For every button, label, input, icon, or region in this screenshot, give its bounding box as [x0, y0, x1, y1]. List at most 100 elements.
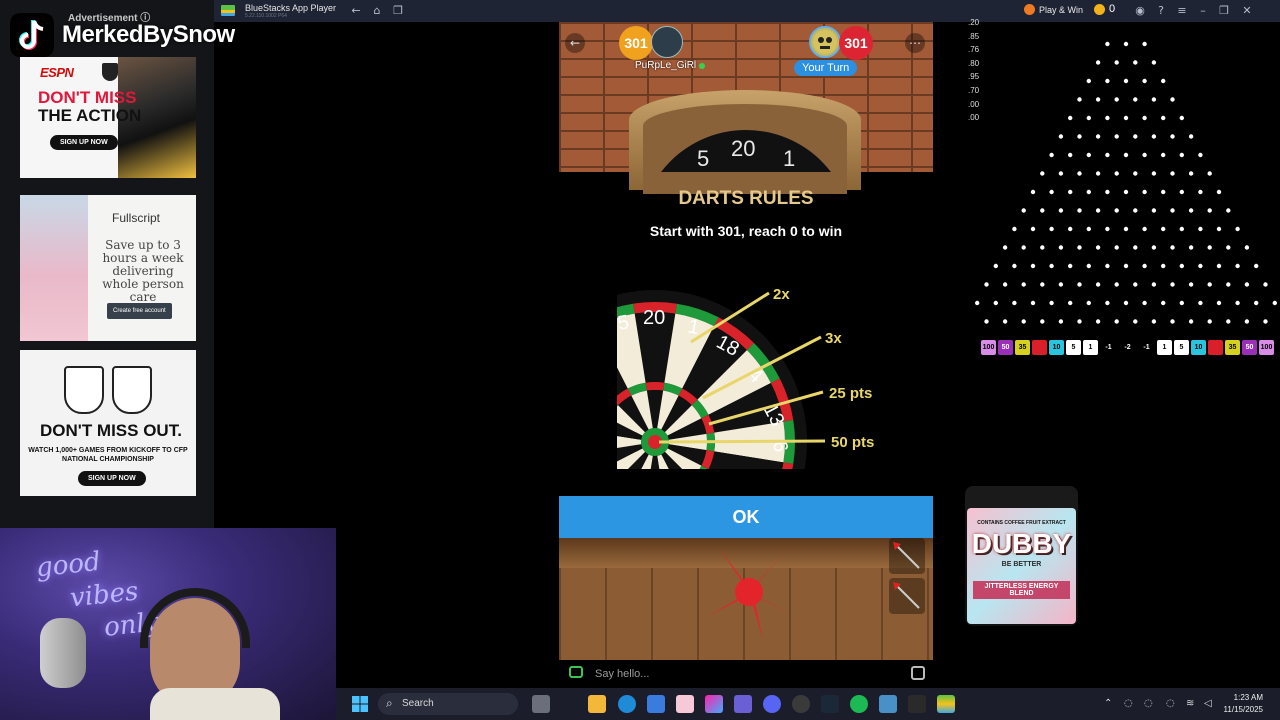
sticker-icon[interactable]	[911, 666, 925, 680]
task-view-icon[interactable]	[532, 695, 550, 713]
ad-signup-button[interactable]: SIGN UP NOW	[78, 471, 146, 486]
tray-app-icon[interactable]: ◌	[1166, 698, 1175, 709]
ad-fullscript[interactable]: Fullscript Save up to 3 hours a week del…	[20, 195, 196, 341]
windows-start-icon[interactable]	[352, 696, 368, 712]
tray-app-icon[interactable]: ◌	[1144, 698, 1153, 709]
wifi-icon[interactable]: ≋	[1186, 698, 1194, 709]
plinko-peg	[1012, 263, 1017, 269]
tabs-icon[interactable]: ❐	[391, 4, 405, 18]
plinko-peg	[1179, 263, 1184, 269]
plinko-peg	[1123, 115, 1129, 121]
plinko-peg	[1161, 78, 1166, 84]
plinko-peg	[1188, 282, 1194, 287]
play-win-button[interactable]: Play & Win	[1024, 4, 1083, 15]
plinko-peg	[1216, 263, 1222, 269]
clock-date[interactable]: 11/15/2025	[1213, 705, 1263, 714]
plinko-peg	[1188, 245, 1194, 250]
rules-title: DARTS RULES	[678, 188, 814, 209]
plinko-peg	[1161, 226, 1166, 232]
teams-icon[interactable]	[734, 695, 752, 713]
store-icon[interactable]	[647, 695, 665, 713]
plinko-peg	[1170, 245, 1175, 250]
more-icon[interactable]: ⋯	[905, 33, 925, 53]
rules-subtitle: Start with 301, reach 0 to win	[649, 223, 843, 239]
create-account-button[interactable]: Create free account	[107, 303, 172, 319]
ad-espn-nhl[interactable]: ESPN DON'T MISS THE ACTION SIGN UP NOW	[20, 57, 196, 178]
plinko-peg	[1086, 189, 1091, 195]
plinko-peg	[1198, 263, 1203, 269]
plinko-peg	[1068, 300, 1073, 306]
tray-expand-icon[interactable]: ⌃	[1104, 698, 1112, 709]
dartboard-segment	[602, 466, 619, 469]
plinko-peg	[1226, 319, 1231, 324]
plinko-peg	[1133, 171, 1138, 176]
notepad-icon[interactable]	[879, 695, 897, 713]
plinko-peg	[1049, 152, 1054, 158]
ad-signup-button[interactable]: SIGN UP NOW	[50, 135, 118, 150]
plinko-slot: 5	[1066, 340, 1081, 355]
play-win-label: Play & Win	[1039, 4, 1084, 15]
dartboard-segment	[559, 317, 596, 350]
ok-button[interactable]: OK	[559, 496, 933, 538]
help-icon[interactable]: ?	[1154, 4, 1168, 18]
coin-balance[interactable]: 0	[1094, 3, 1115, 15]
clock-time[interactable]: 1:23 AM	[1223, 693, 1263, 702]
espn-logo: ESPN	[40, 65, 74, 80]
plinko-peg	[1133, 282, 1138, 287]
discord-icon[interactable]	[763, 695, 781, 713]
plinko-peg	[1244, 319, 1250, 324]
copilot-icon[interactable]	[705, 695, 723, 713]
taskbar-search[interactable]: ⌕ Search	[378, 693, 518, 715]
plinko-peg	[1095, 97, 1101, 102]
chat-input[interactable]	[595, 664, 895, 684]
plinko-peg	[1058, 319, 1064, 324]
back-arrow-icon[interactable]: ←	[565, 33, 585, 53]
file-explorer-icon[interactable]	[588, 695, 606, 713]
dart-slot[interactable]	[889, 538, 925, 574]
volume-icon[interactable]: ◁	[1204, 698, 1212, 709]
plinko-slot: 50	[998, 340, 1013, 355]
odds-value: .20	[968, 18, 980, 27]
plinko-peg	[1198, 152, 1203, 158]
plinko-peg	[1030, 300, 1036, 306]
plinko-peg	[1114, 134, 1119, 139]
obs-icon[interactable]	[792, 695, 810, 713]
plinko-peg	[1040, 282, 1045, 287]
profile-icon[interactable]: ◉	[1133, 4, 1147, 18]
close-icon[interactable]: ✕	[1240, 4, 1254, 18]
coin-count: 0	[1109, 3, 1116, 15]
steam-icon[interactable]	[821, 695, 839, 713]
plinko-peg	[1077, 134, 1082, 139]
plinko-peg	[1188, 319, 1194, 324]
home-icon[interactable]: ⌂	[370, 4, 384, 18]
plinko-peg	[1012, 300, 1017, 306]
plinko-slot: 35	[1015, 340, 1030, 355]
plinko-peg	[1123, 189, 1129, 195]
dartboard-segment	[559, 350, 613, 415]
plinko-slot	[1208, 340, 1223, 355]
rules-board-number: 20	[643, 307, 665, 329]
back-icon[interactable]: ←	[349, 4, 363, 18]
ad-copy: Save up to 3 hours a week delivering who…	[102, 238, 184, 304]
ad-copy: WATCH 1,000+ GAMES FROM KICKOFF TO CFP N…	[28, 447, 188, 463]
minimize-icon[interactable]: –	[1196, 4, 1210, 18]
plinko-peg	[1077, 208, 1082, 213]
plinko-peg	[1021, 245, 1026, 250]
rules-diagram: 5 20 1 18 4 13 6 2x3x25 pts50 pts	[559, 286, 874, 469]
plinko-peg	[1021, 208, 1026, 213]
ad-espn-cfp[interactable]: DON'T MISS OUT. WATCH 1,000+ GAMES FROM …	[20, 350, 196, 496]
spotify-icon[interactable]	[850, 695, 868, 713]
plinko-peg	[1114, 245, 1119, 250]
plinko-peg	[1123, 78, 1129, 84]
restore-icon[interactable]: ❐	[1217, 4, 1231, 18]
edge-icon[interactable]	[618, 695, 636, 713]
dart-slot[interactable]	[889, 578, 925, 614]
menu-icon[interactable]: ≡	[1175, 4, 1189, 18]
plinko-peg	[1170, 208, 1175, 213]
plinko-peg	[1049, 300, 1054, 306]
epic-games-icon[interactable]	[908, 695, 926, 713]
app-icon[interactable]	[676, 695, 694, 713]
bluestacks-taskbar-icon[interactable]	[937, 695, 955, 713]
chat-icon[interactable]	[569, 666, 583, 678]
tray-app-icon[interactable]: ◌	[1124, 698, 1133, 709]
